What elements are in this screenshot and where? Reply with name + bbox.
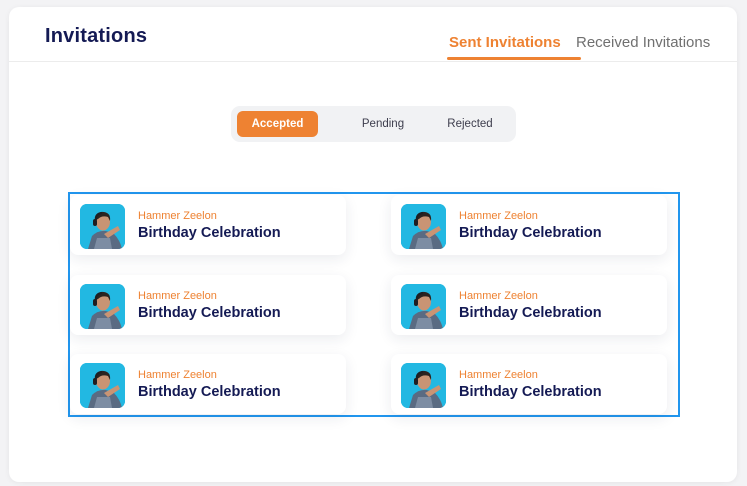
- avatar: [80, 204, 125, 249]
- active-tab-indicator: [447, 57, 581, 60]
- tab-received-invitations[interactable]: Received Invitations: [576, 34, 710, 57]
- host-photo-icon: [80, 363, 125, 408]
- page-title: Invitations: [45, 25, 148, 47]
- host-name: Hammer Zeelon: [459, 369, 538, 381]
- tab-sent-invitations[interactable]: Sent Invitations: [447, 34, 581, 60]
- header-divider: [9, 61, 737, 62]
- host-name: Hammer Zeelon: [459, 290, 538, 302]
- event-title: Birthday Celebration: [138, 305, 281, 321]
- event-title: Birthday Celebration: [459, 305, 602, 321]
- invitation-card[interactable]: Hammer Zeelon Birthday Celebration: [70, 195, 346, 255]
- avatar: [80, 363, 125, 408]
- tab-received-invitations-label: Received Invitations: [576, 34, 711, 51]
- host-name: Hammer Zeelon: [138, 210, 217, 222]
- host-name: Hammer Zeelon: [138, 290, 217, 302]
- avatar: [80, 284, 125, 329]
- invitations-panel: Invitations Sent Invitations Received In…: [9, 7, 737, 482]
- invitation-card[interactable]: Hammer Zeelon Birthday Celebration: [391, 195, 667, 255]
- host-name: Hammer Zeelon: [138, 369, 217, 381]
- invitation-card[interactable]: Hammer Zeelon Birthday Celebration: [391, 354, 667, 414]
- filter-rejected-button[interactable]: Rejected: [437, 111, 503, 137]
- tab-sent-invitations-label: Sent Invitations: [449, 34, 561, 51]
- host-photo-icon: [80, 284, 125, 329]
- invitation-card[interactable]: Hammer Zeelon Birthday Celebration: [70, 354, 346, 414]
- status-filter: Accepted Pending Rejected: [231, 106, 516, 142]
- invitation-card[interactable]: Hammer Zeelon Birthday Celebration: [70, 275, 346, 335]
- avatar: [401, 284, 446, 329]
- event-title: Birthday Celebration: [138, 225, 281, 241]
- filter-pending-button[interactable]: Pending: [353, 111, 413, 137]
- host-photo-icon: [80, 204, 125, 249]
- avatar: [401, 204, 446, 249]
- host-name: Hammer Zeelon: [459, 210, 538, 222]
- host-photo-icon: [401, 204, 446, 249]
- event-title: Birthday Celebration: [138, 384, 281, 400]
- invitation-card[interactable]: Hammer Zeelon Birthday Celebration: [391, 275, 667, 335]
- event-title: Birthday Celebration: [459, 225, 602, 241]
- event-title: Birthday Celebration: [459, 384, 602, 400]
- filter-accepted-button[interactable]: Accepted: [237, 111, 318, 137]
- host-photo-icon: [401, 363, 446, 408]
- avatar: [401, 363, 446, 408]
- host-photo-icon: [401, 284, 446, 329]
